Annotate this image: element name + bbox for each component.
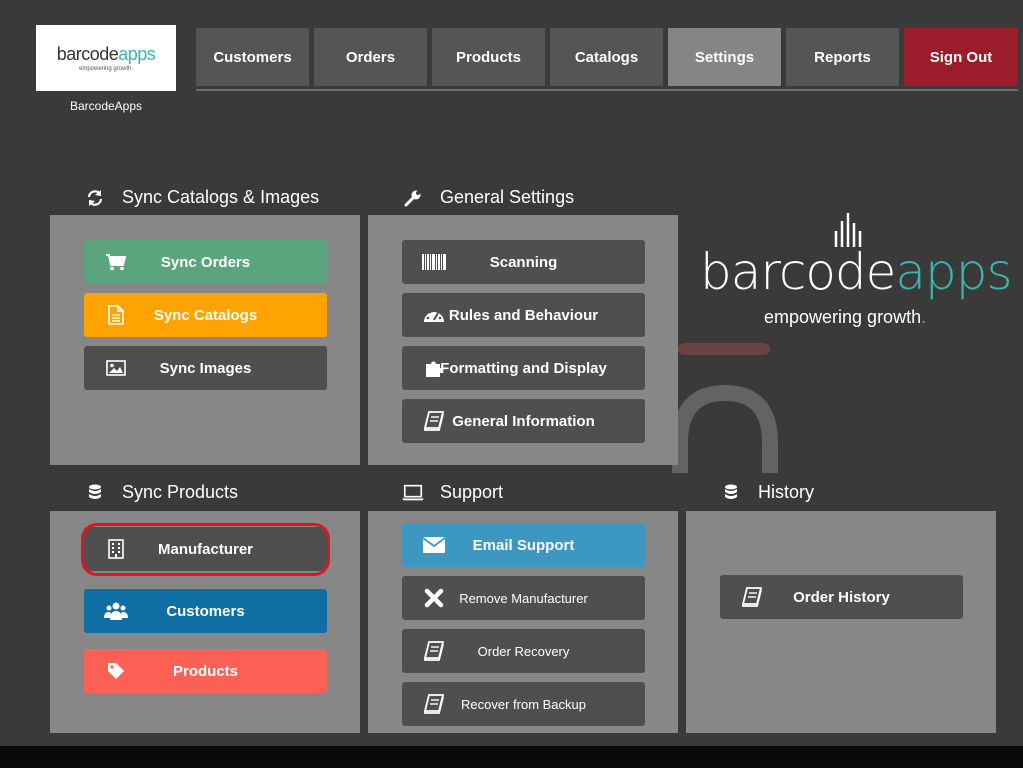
general-settings-header: General Settings bbox=[368, 180, 678, 215]
order-history-button[interactable]: Order History bbox=[720, 575, 963, 619]
brand-wordmark: barcodeapps bbox=[700, 243, 1013, 301]
wrench-icon bbox=[402, 189, 424, 207]
scanning-button[interactable]: Scanning bbox=[402, 240, 645, 284]
nav-customers-button[interactable]: Customers bbox=[196, 28, 309, 86]
logo-bars-graphic bbox=[834, 213, 862, 247]
sync-products-title: Sync Products bbox=[122, 482, 239, 502]
formatting-and-display-button[interactable]: Formatting and Display bbox=[402, 346, 645, 390]
laptop-icon bbox=[402, 484, 424, 502]
general-information-button[interactable]: General Information bbox=[402, 399, 645, 443]
x-icon bbox=[422, 576, 446, 620]
sign-out-button[interactable]: Sign Out bbox=[904, 28, 1018, 86]
barcode-icon bbox=[422, 240, 446, 284]
nav-reports-button[interactable]: Reports bbox=[786, 28, 899, 86]
support-title: Support bbox=[440, 482, 504, 502]
sync-products-header: Sync Products bbox=[50, 474, 360, 511]
logo-wordmark: barcodeapps bbox=[56, 44, 156, 64]
sync-catalogs-button[interactable]: Sync Catalogs bbox=[84, 293, 327, 337]
document-icon bbox=[104, 293, 128, 337]
rules-and-behaviour-button[interactable]: Rules and Behaviour bbox=[402, 293, 645, 337]
sync-catalogs-header: Sync Catalogs & Images bbox=[50, 180, 360, 215]
brand-logo: barcodeapps empowering growth. bbox=[700, 213, 1013, 335]
history-title: History bbox=[758, 482, 815, 502]
email-support-button[interactable]: Email Support bbox=[402, 523, 645, 567]
remove-manufacturer-button[interactable]: Remove Manufacturer bbox=[402, 576, 645, 620]
logo-tagline: empowering growth. bbox=[78, 66, 134, 72]
manufacturer-highlight-ring bbox=[81, 523, 330, 576]
dashboard-icon bbox=[422, 293, 446, 337]
nav-products-button[interactable]: Products bbox=[432, 28, 545, 86]
nav-orders-button[interactable]: Orders bbox=[314, 28, 427, 86]
history-header: History bbox=[686, 474, 996, 511]
nav-settings-button[interactable]: Settings bbox=[668, 28, 781, 86]
order-recovery-button[interactable]: Order Recovery bbox=[402, 629, 645, 673]
support-header: Support bbox=[368, 474, 678, 511]
sync-images-button[interactable]: Sync Images bbox=[84, 346, 327, 390]
top-bar: barcodeapps empowering growth. BarcodeAp… bbox=[0, 0, 1023, 143]
book-icon bbox=[422, 682, 446, 726]
image-icon bbox=[104, 346, 128, 390]
puzzle-icon bbox=[422, 346, 446, 390]
book-icon bbox=[740, 575, 764, 619]
nav-catalogs-button[interactable]: Catalogs bbox=[550, 28, 663, 86]
brand-tagline: empowering growth. bbox=[764, 307, 927, 327]
cart-icon bbox=[104, 240, 128, 284]
tag-icon bbox=[104, 649, 128, 693]
database-icon bbox=[84, 484, 106, 502]
envelope-icon bbox=[422, 523, 446, 567]
nav-underline bbox=[196, 89, 1018, 91]
sync-catalogs-title: Sync Catalogs & Images bbox=[122, 187, 320, 207]
bottom-strip bbox=[0, 746, 1023, 768]
sync-orders-button[interactable]: Sync Orders bbox=[84, 240, 327, 284]
users-icon bbox=[104, 589, 128, 633]
general-settings-title: General Settings bbox=[440, 187, 575, 207]
recover-from-backup-button[interactable]: Recover from Backup bbox=[402, 682, 645, 726]
book-icon bbox=[422, 629, 446, 673]
refresh-icon bbox=[84, 189, 106, 207]
customers-sync-button[interactable]: Customers bbox=[84, 589, 327, 633]
company-logo: barcodeapps empowering growth. bbox=[36, 25, 176, 91]
company-name: BarcodeApps bbox=[69, 99, 143, 113]
products-sync-button[interactable]: Products bbox=[84, 649, 327, 693]
book-icon bbox=[422, 399, 446, 443]
database-icon bbox=[720, 484, 742, 502]
